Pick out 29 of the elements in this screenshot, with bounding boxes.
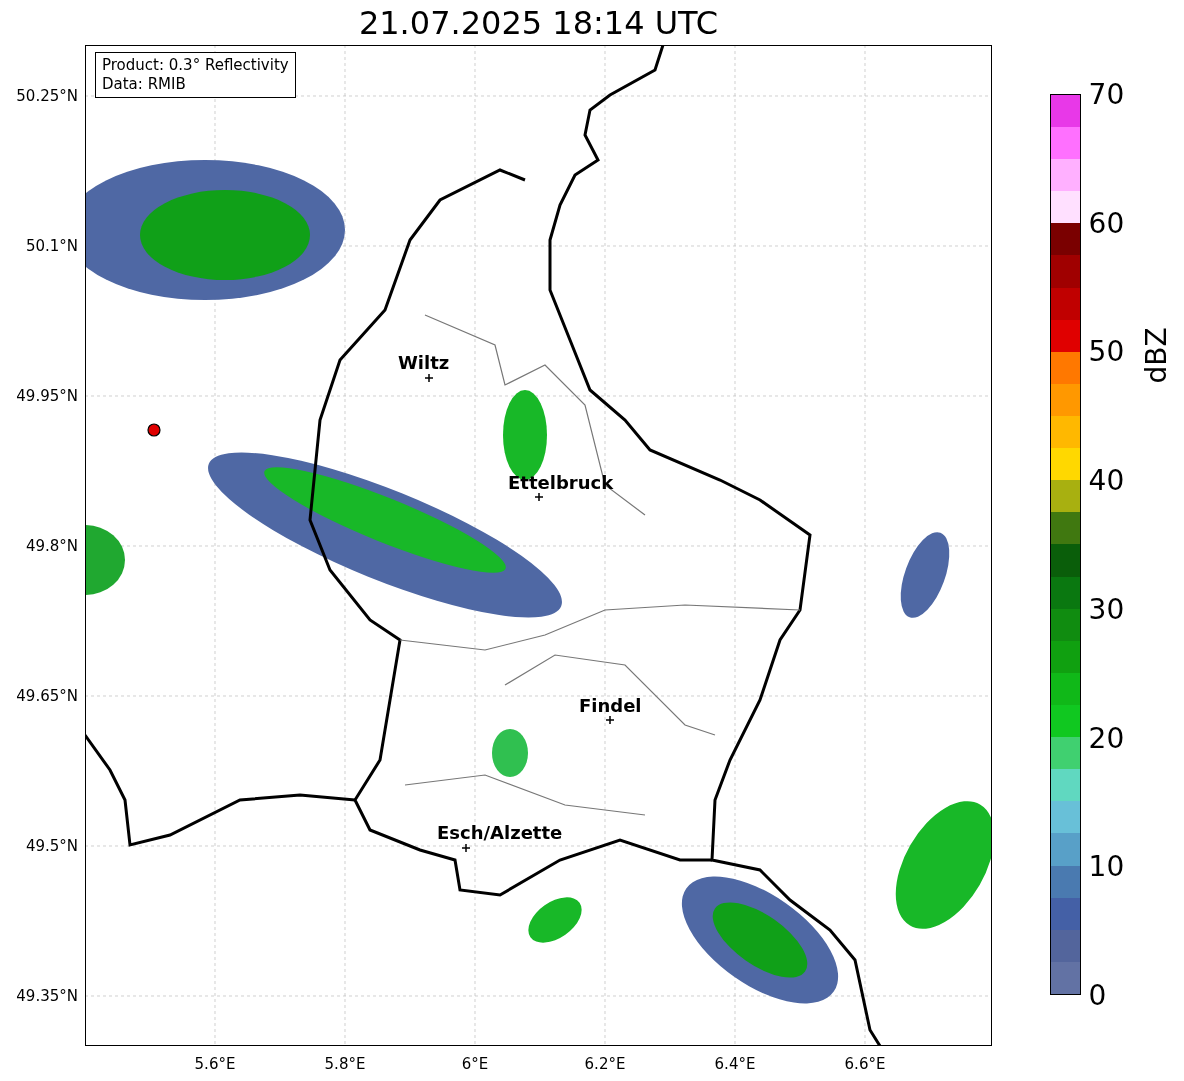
legend-text: Data: RMIB	[102, 75, 187, 94]
place-label: Findel	[579, 695, 642, 716]
place-label: Esch/Alzette	[437, 822, 563, 843]
colorbar-tick-label: 60	[1088, 206, 1125, 240]
place-label: Wiltz	[398, 352, 450, 373]
axis-tick-label: 6.6°E	[844, 1055, 886, 1073]
axis-tick-label: 5.8°E	[324, 1055, 366, 1073]
axis-tick-label: 49.5°N	[25, 837, 78, 855]
axis-tick-label: 6°E	[461, 1055, 489, 1073]
colorbar-tick-label: 70	[1088, 77, 1125, 111]
legend-text: Product: 0.3° Reflectivity	[102, 56, 289, 75]
axis-tick-label: 5.6°E	[194, 1055, 236, 1073]
axis-tick-label: 50.25°N	[16, 87, 78, 105]
axis-tick-label: 49.8°N	[25, 537, 78, 555]
place-label: Ettelbruck	[508, 472, 614, 493]
axis-tick-label: 6.4°E	[714, 1055, 756, 1073]
colorbar-tick-label: 40	[1088, 463, 1125, 497]
axis-tick-label: 49.95°N	[16, 387, 78, 405]
axis-tick-label: 50.1°N	[25, 237, 78, 255]
chart-title: 21.07.2025 18:14 UTC	[358, 3, 719, 42]
axis-tick-label: 6.2°E	[584, 1055, 626, 1073]
colorbar-tick-label: 20	[1088, 721, 1125, 755]
colorbar-tick-label: 10	[1088, 849, 1125, 883]
axis-tick-label: 49.65°N	[16, 687, 78, 705]
colorbar-tick-label: 50	[1088, 334, 1125, 368]
colorbar-tick-label: 30	[1088, 592, 1125, 626]
colorbar-label: dBZ	[1139, 326, 1173, 384]
axis-tick-label: 49.35°N	[16, 987, 78, 1005]
colorbar-tick-label: 0	[1088, 978, 1107, 1012]
